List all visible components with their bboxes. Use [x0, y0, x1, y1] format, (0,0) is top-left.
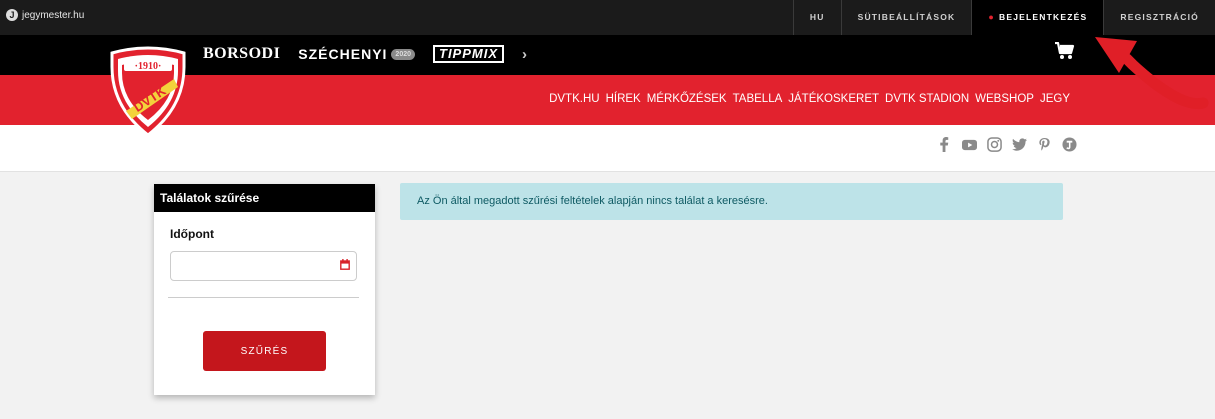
- nav-item-hirek[interactable]: HÍREK: [606, 93, 641, 105]
- nav-item-webshop[interactable]: WEBSHOP: [975, 93, 1034, 105]
- dvtk-crest-logo[interactable]: ·1910· DVTK: [108, 45, 188, 137]
- cart-icon[interactable]: [1055, 42, 1075, 60]
- twitter-icon[interactable]: [1012, 137, 1027, 152]
- main-nav: DVTK.HU HÍREK MÉRKŐZÉSEK TABELLA JÁTÉKOS…: [549, 93, 1070, 105]
- sponsor-szechenyi-label: SZÉCHENYI: [298, 46, 388, 62]
- nav-item-dvtk-stadion[interactable]: DVTK STADION: [885, 93, 969, 105]
- nav-item-jegy[interactable]: JEGY: [1040, 93, 1070, 105]
- login-label: BEJELENTKEZÉS: [999, 12, 1088, 22]
- filter-button[interactable]: SZŰRÉS: [203, 331, 326, 371]
- jegymester-brand[interactable]: J jegymester.hu: [6, 9, 84, 21]
- filter-divider: [168, 297, 359, 298]
- cookie-settings-link[interactable]: SÜTIBEÁLLÍTÁSOK: [840, 0, 972, 35]
- sponsor-list: BORSODI SZÉCHENYI 2020 TIPPMIX ›: [203, 45, 527, 63]
- nav-item-merkozesek[interactable]: MÉRKŐZÉSEK: [647, 93, 727, 105]
- language-link[interactable]: HU: [792, 0, 841, 35]
- filter-panel: Találatok szűrése Időpont SZŰRÉS: [154, 184, 375, 395]
- crest-year: ·1910·: [135, 61, 162, 72]
- nav-item-dvtk-hu[interactable]: DVTK.HU: [549, 93, 599, 105]
- sponsor-next-chevron-icon[interactable]: ›: [522, 46, 527, 63]
- sponsor-borsodi[interactable]: BORSODI: [203, 45, 280, 63]
- facebook-icon[interactable]: [937, 137, 952, 152]
- top-bar: J jegymester.hu HU SÜTIBEÁLLÍTÁSOK ● BEJE…: [0, 0, 1215, 35]
- sponsor-szechenyi-badge: 2020: [391, 48, 415, 60]
- filter-title: Találatok szűrése: [154, 184, 375, 212]
- instagram-icon[interactable]: [987, 137, 1002, 152]
- social-links: [937, 137, 1077, 152]
- user-icon: ●: [988, 12, 996, 22]
- no-results-alert: Az Ön által megadott szűrési feltételek …: [400, 183, 1063, 220]
- date-input[interactable]: [170, 251, 357, 281]
- date-label: Időpont: [170, 227, 214, 241]
- jegymester-logo-icon: J: [6, 9, 18, 21]
- calendar-icon[interactable]: [340, 259, 350, 270]
- brand-label: jegymester.hu: [22, 9, 85, 21]
- nav-item-jatekoskeret[interactable]: JÁTÉKOSKERET: [788, 93, 879, 105]
- login-link[interactable]: ● BEJELENTKEZÉS: [971, 0, 1104, 35]
- pinterest-icon[interactable]: [1037, 137, 1052, 152]
- sponsor-tippmix[interactable]: TIPPMIX: [433, 45, 505, 63]
- nav-item-tabella[interactable]: TABELLA: [733, 93, 783, 105]
- register-link[interactable]: REGISZTRÁCIÓ: [1103, 0, 1215, 35]
- jegymester-icon[interactable]: [1062, 137, 1077, 152]
- youtube-icon[interactable]: [962, 137, 977, 152]
- sponsor-szechenyi[interactable]: SZÉCHENYI 2020: [298, 46, 415, 62]
- top-links: HU SÜTIBEÁLLÍTÁSOK ● BEJELENTKEZÉS REGISZ…: [792, 0, 1215, 35]
